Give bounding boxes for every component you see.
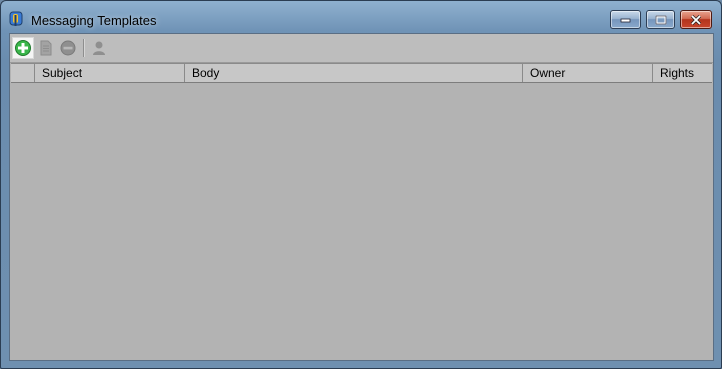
minus-circle-icon <box>60 40 76 56</box>
edit-template-button[interactable] <box>35 37 57 59</box>
template-rights-button[interactable] <box>88 37 110 59</box>
column-header-selector[interactable] <box>11 64 35 82</box>
app-logo-icon <box>9 11 23 27</box>
messaging-templates-window: Messaging Templates Subject Body Owner R… <box>0 0 722 369</box>
close-button[interactable] <box>680 10 712 29</box>
plus-circle-icon <box>15 40 31 56</box>
close-icon <box>690 14 702 25</box>
maximize-button[interactable] <box>646 10 675 29</box>
minimize-button[interactable] <box>610 10 641 29</box>
title-bar[interactable]: Messaging Templates <box>1 1 721 33</box>
caption-buttons <box>610 10 712 29</box>
window-title: Messaging Templates <box>31 13 157 28</box>
column-header-rights[interactable]: Rights <box>653 64 712 82</box>
maximize-icon <box>655 15 666 24</box>
column-header-subject[interactable]: Subject <box>35 64 185 82</box>
client-area: Subject Body Owner Rights <box>9 33 714 361</box>
templates-grid[interactable] <box>11 83 712 359</box>
grid-header: Subject Body Owner Rights <box>11 63 712 83</box>
add-template-button[interactable] <box>12 37 34 59</box>
column-header-body[interactable]: Body <box>185 64 523 82</box>
document-icon <box>40 40 52 56</box>
user-icon <box>93 41 105 55</box>
column-header-owner[interactable]: Owner <box>523 64 653 82</box>
toolbar-separator <box>83 39 85 57</box>
remove-template-button[interactable] <box>57 37 79 59</box>
minimize-icon <box>620 18 630 22</box>
toolbar <box>10 34 713 63</box>
